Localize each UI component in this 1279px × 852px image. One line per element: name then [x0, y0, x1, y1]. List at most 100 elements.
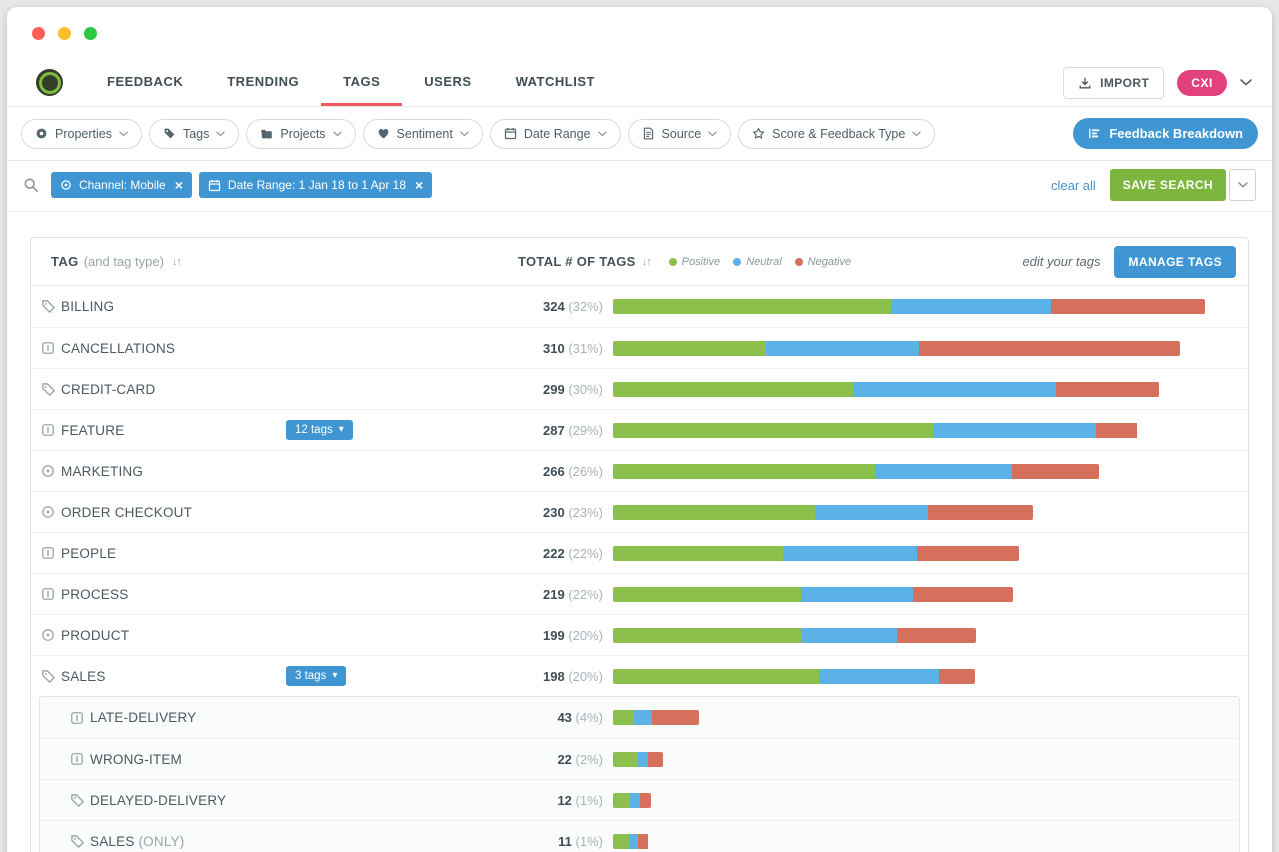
filter-chip-date-range[interactable]: Date Range: 1 Jan 18 to 1 Apr 18×: [199, 172, 432, 198]
tag-name: DELAYED-DELIVERY: [90, 793, 226, 808]
table-row-cancellations[interactable]: CANCELLATIONS310 (31%): [31, 327, 1248, 368]
sentiment-bar: [613, 546, 1019, 561]
table-row-credit-card[interactable]: CREDIT-CARD299 (30%): [31, 368, 1248, 409]
table-row-billing[interactable]: BILLING324 (32%): [31, 286, 1248, 327]
filter-pill-sentiment[interactable]: Sentiment: [363, 119, 483, 149]
close-icon[interactable]: ×: [415, 178, 423, 192]
tag-percent: (20%): [568, 628, 603, 643]
main-nav: FEEDBACK TRENDING TAGSUSERSWATCHLIST: [85, 59, 617, 106]
save-search-dropdown[interactable]: [1229, 169, 1256, 201]
tab-trending[interactable]: TRENDING: [205, 59, 321, 106]
minimize-button[interactable]: [58, 27, 71, 40]
search-icon[interactable]: [23, 177, 39, 193]
tag-tag-type-icon: [41, 299, 61, 314]
filter-pill-source[interactable]: Source: [628, 119, 732, 149]
expand-tags-chip[interactable]: 12 tags▾: [286, 420, 353, 440]
manage-tags-button[interactable]: MANAGE TAGS: [1114, 246, 1236, 278]
table-row-late-delivery[interactable]: LATE-DELIVERY43 (4%): [40, 697, 1239, 738]
negative-segment: [928, 505, 1033, 520]
app-logo-icon: [36, 69, 63, 96]
table-row-delayed-delivery[interactable]: DELAYED-DELIVERY 12 (1%): [40, 779, 1239, 820]
search-row: Channel: Mobile× Date Range: 1 Jan 18 to …: [7, 161, 1272, 212]
filter-pill-tags[interactable]: Tags: [149, 119, 239, 149]
chevron-down-icon: [598, 131, 607, 137]
table-row-product[interactable]: PRODUCT199 (20%): [31, 614, 1248, 655]
tag-percent: (31%): [568, 341, 603, 356]
tag-percent: (1%): [576, 793, 603, 808]
legend-label: Negative: [808, 256, 851, 268]
pill-label: Projects: [280, 127, 325, 141]
tab-watchlist[interactable]: WATCHLIST: [494, 59, 617, 106]
tag-percent: (4%): [576, 710, 603, 725]
sub-tags-group: LATE-DELIVERY43 (4%)WRONG-ITEM22 (2%)DEL…: [39, 696, 1240, 852]
sort-icon[interactable]: ↓↑: [642, 256, 651, 268]
tab-tags[interactable]: TAGS: [321, 59, 402, 106]
sentiment-bar: [613, 587, 1013, 602]
save-search-button[interactable]: SAVE SEARCH: [1110, 169, 1226, 201]
negative-segment: [652, 710, 699, 725]
app-window: FEEDBACK TRENDING TAGSUSERSWATCHLIST IMPOR…: [7, 7, 1272, 852]
tag-count: 299: [543, 382, 565, 397]
square-tag-type-icon: [70, 711, 90, 725]
neutral-segment: [630, 793, 640, 808]
table-row-marketing[interactable]: MARKETING266 (26%): [31, 450, 1248, 491]
positive-segment: [613, 834, 629, 849]
clear-all-link[interactable]: clear all: [1051, 178, 1096, 193]
sentiment-bar: [613, 299, 1205, 314]
pill-label: Tags: [183, 127, 209, 141]
tag-name: CANCELLATIONS: [61, 341, 175, 356]
filter-pill-date-range[interactable]: Date Range: [490, 119, 621, 149]
positive-segment: [613, 299, 891, 314]
zoom-button[interactable]: [84, 27, 97, 40]
tab-feedback[interactable]: FEEDBACK: [85, 59, 205, 106]
sentiment-bar: [613, 423, 1138, 438]
neutral-segment: [802, 628, 897, 643]
sentiment-bar: [613, 834, 649, 849]
chevron-down-icon: [119, 131, 128, 137]
table-row-wrong-item[interactable]: WRONG-ITEM22 (2%): [40, 738, 1239, 779]
close-button[interactable]: [32, 27, 45, 40]
tag-tag-type-icon: [41, 382, 61, 397]
filter-pill-bar: Properties Tags Projects SentimentDate Rang…: [7, 107, 1272, 161]
neutral-segment: [801, 587, 913, 602]
download-icon: [1078, 76, 1092, 90]
positive-segment: [613, 546, 783, 561]
tab-label: TRENDING: [227, 74, 299, 89]
filter-chip-channel[interactable]: Channel: Mobile×: [51, 172, 192, 198]
chevron-down-icon[interactable]: [1240, 79, 1252, 86]
table-row-feature[interactable]: FEATURE12 tags▾287 (29%): [31, 409, 1248, 450]
expand-tags-chip[interactable]: 3 tags▾: [286, 666, 346, 686]
table-row-order-checkout[interactable]: ORDER CHECKOUT230 (23%): [31, 491, 1248, 532]
neutral-segment: [819, 669, 938, 684]
tag-name: PROCESS: [61, 587, 128, 602]
table-row-sales-only[interactable]: SALES (ONLY)11 (1%): [40, 820, 1239, 852]
chevron-down-icon: [708, 131, 717, 137]
tag-count: 287: [543, 423, 565, 438]
import-button[interactable]: IMPORT: [1063, 67, 1164, 99]
account-badge[interactable]: CXI: [1177, 70, 1227, 96]
tag-count: 12: [557, 793, 571, 808]
tag-name: SALES: [61, 669, 106, 684]
sentiment-bar: [613, 505, 1033, 520]
tab-users[interactable]: USERS: [402, 59, 493, 106]
calendar-icon: [504, 127, 517, 140]
tag-count: 230: [543, 505, 565, 520]
filter-pill-properties[interactable]: Properties: [21, 119, 142, 149]
close-icon[interactable]: ×: [175, 178, 183, 192]
filter-pill-projects[interactable]: Projects: [246, 119, 355, 149]
channel-icon: [60, 179, 72, 191]
table-row-sales[interactable]: SALES3 tags▾198 (20%): [31, 655, 1248, 696]
filter-pill-score-feedback-type[interactable]: Score & Feedback Type: [738, 119, 935, 149]
titlebar: [7, 7, 1272, 59]
tag-name: PEOPLE: [61, 546, 116, 561]
tag-percent: (30%): [568, 382, 603, 397]
feedback-breakdown-button[interactable]: Feedback Breakdown: [1073, 118, 1258, 149]
pill-label: Properties: [55, 127, 112, 141]
circle-tag-type-icon: [41, 505, 61, 519]
tag-name: FEATURE: [61, 423, 124, 438]
table-row-people[interactable]: PEOPLE222 (22%): [31, 532, 1248, 573]
table-row-process[interactable]: PROCESS219 (22%): [31, 573, 1248, 614]
sort-icon[interactable]: ↓↑: [172, 256, 181, 268]
tag-percent: (20%): [568, 669, 603, 684]
calendar-icon: [208, 179, 221, 192]
